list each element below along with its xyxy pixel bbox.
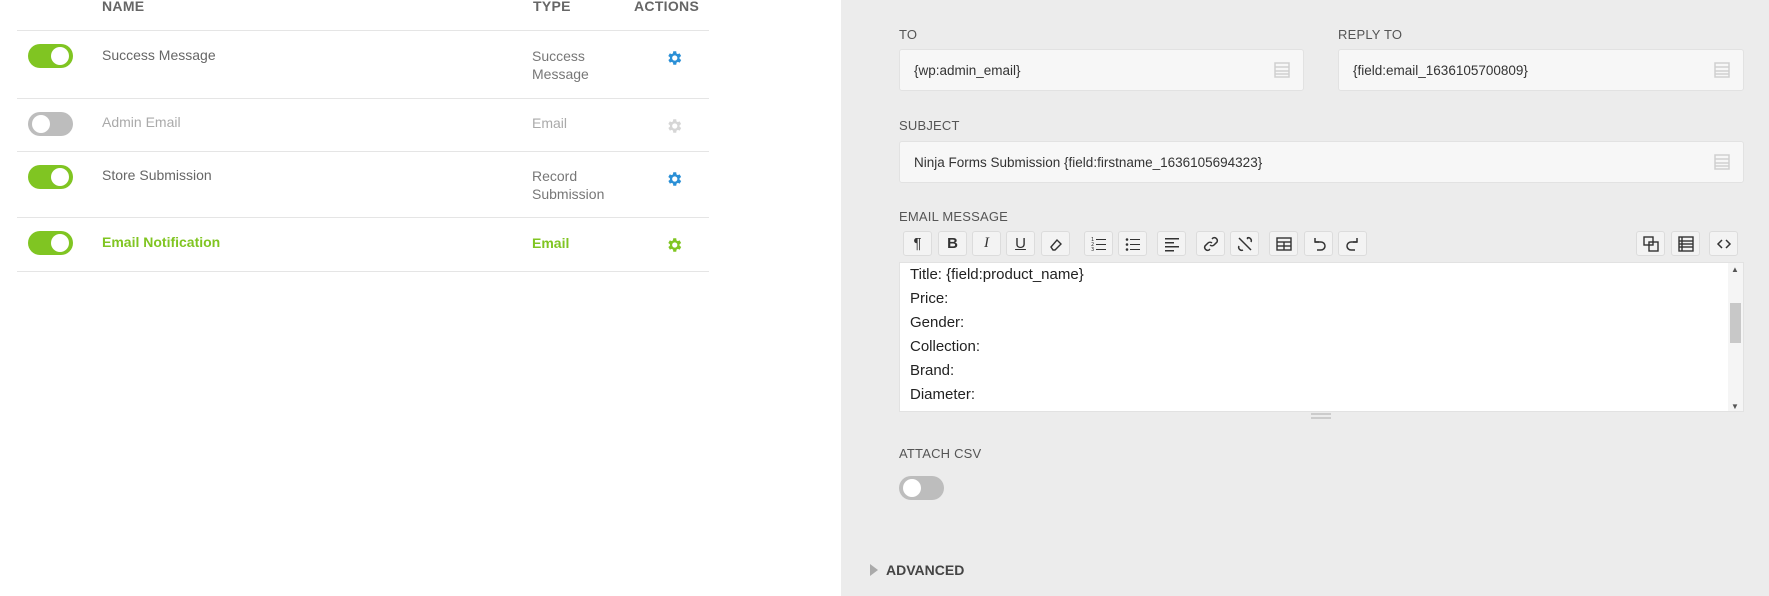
- attach-csv-label: ATTACH CSV: [899, 446, 982, 461]
- action-name[interactable]: Admin Email: [102, 114, 181, 130]
- code-view-icon[interactable]: [1709, 231, 1738, 256]
- subject-value[interactable]: Ninja Forms Submission {field:firstname_…: [914, 155, 1262, 170]
- column-header-actions: ACTIONS: [634, 0, 700, 14]
- merge-tags-icon[interactable]: [1713, 61, 1731, 79]
- actions-table: NAME TYPE ACTIONS Success Message Succes…: [0, 0, 841, 596]
- email-message-label: EMAIL MESSAGE: [899, 209, 1009, 224]
- merge-tags-icon[interactable]: [1671, 231, 1700, 256]
- message-line[interactable]: Brand:: [910, 359, 1084, 383]
- table-row[interactable]: Email Notification Email: [17, 218, 709, 272]
- to-value[interactable]: {wp:admin_email}: [914, 63, 1021, 78]
- editor-resize-handle[interactable]: [1311, 413, 1331, 419]
- message-line[interactable]: Collection:: [910, 335, 1084, 359]
- bold-icon[interactable]: B: [938, 231, 967, 256]
- action-type: Success Message: [532, 48, 589, 82]
- redo-icon[interactable]: [1338, 231, 1367, 256]
- gear-icon[interactable]: [665, 49, 683, 67]
- unordered-list-icon[interactable]: [1118, 231, 1147, 256]
- action-name[interactable]: Email Notification: [102, 234, 220, 250]
- advanced-section-toggle[interactable]: ADVANCED: [870, 562, 964, 578]
- gear-icon[interactable]: [665, 117, 683, 135]
- ordered-list-icon[interactable]: 123: [1084, 231, 1113, 256]
- message-line[interactable]: Title: {field:product_name}: [910, 263, 1084, 287]
- underline-icon[interactable]: U: [1006, 231, 1035, 256]
- action-enable-toggle[interactable]: [28, 165, 73, 189]
- advanced-label: ADVANCED: [886, 562, 965, 578]
- action-enable-toggle[interactable]: [28, 112, 73, 136]
- editor-toolbar: ¶ B I U 123: [899, 229, 1744, 261]
- undo-icon[interactable]: [1304, 231, 1333, 256]
- table-row[interactable]: Admin Email Email: [17, 99, 709, 152]
- align-left-icon[interactable]: [1157, 231, 1186, 256]
- eraser-icon[interactable]: [1041, 231, 1070, 256]
- subject-field[interactable]: Ninja Forms Submission {field:firstname_…: [899, 141, 1744, 183]
- action-name[interactable]: Success Message: [102, 47, 216, 63]
- paragraph-icon[interactable]: ¶: [903, 231, 932, 256]
- action-name[interactable]: Store Submission: [102, 167, 212, 183]
- to-field[interactable]: {wp:admin_email}: [899, 49, 1304, 91]
- email-message-body[interactable]: Title: {field:product_name} Price: Gender:…: [910, 263, 1084, 411]
- italic-icon[interactable]: I: [972, 231, 1001, 256]
- action-type: Record Submission: [532, 168, 605, 202]
- gear-icon[interactable]: [665, 170, 683, 188]
- gear-icon[interactable]: [665, 236, 683, 254]
- message-line[interactable]: Diameter:: [910, 383, 1084, 407]
- column-header-type[interactable]: TYPE: [533, 0, 571, 14]
- editor-scrollbar[interactable]: ▲ ▼: [1728, 263, 1743, 411]
- table-icon[interactable]: [1269, 231, 1298, 256]
- message-line[interactable]: Case material:: [910, 407, 1084, 411]
- to-label: TO: [899, 27, 918, 42]
- merge-tags-icon[interactable]: [1713, 153, 1731, 171]
- svg-text:3: 3: [1091, 247, 1094, 252]
- unlink-icon[interactable]: [1230, 231, 1259, 256]
- action-type: Email: [532, 235, 570, 251]
- merge-tags-icon[interactable]: [1273, 61, 1291, 79]
- attach-csv-toggle[interactable]: [899, 476, 944, 500]
- table-row[interactable]: Store Submission Record Submission: [17, 152, 709, 218]
- link-icon[interactable]: [1196, 231, 1225, 256]
- media-icon[interactable]: [1636, 231, 1665, 256]
- table-row[interactable]: Success Message Success Message: [17, 31, 709, 99]
- action-type: Email: [532, 115, 568, 131]
- action-enable-toggle[interactable]: [28, 231, 73, 255]
- message-line[interactable]: Gender:: [910, 311, 1084, 335]
- reply-to-label: REPLY TO: [1338, 27, 1403, 42]
- reply-to-value[interactable]: {field:email_1636105700809}: [1353, 63, 1528, 78]
- message-line[interactable]: Price:: [910, 287, 1084, 311]
- caret-right-icon: [870, 564, 878, 576]
- scrollbar-thumb[interactable]: [1730, 303, 1741, 343]
- action-enable-toggle[interactable]: [28, 44, 73, 68]
- subject-label: SUBJECT: [899, 118, 960, 133]
- reply-to-field[interactable]: {field:email_1636105700809}: [1338, 49, 1744, 91]
- email-message-editor[interactable]: Title: {field:product_name} Price: Gender:…: [899, 262, 1744, 412]
- column-header-name[interactable]: NAME: [102, 0, 144, 14]
